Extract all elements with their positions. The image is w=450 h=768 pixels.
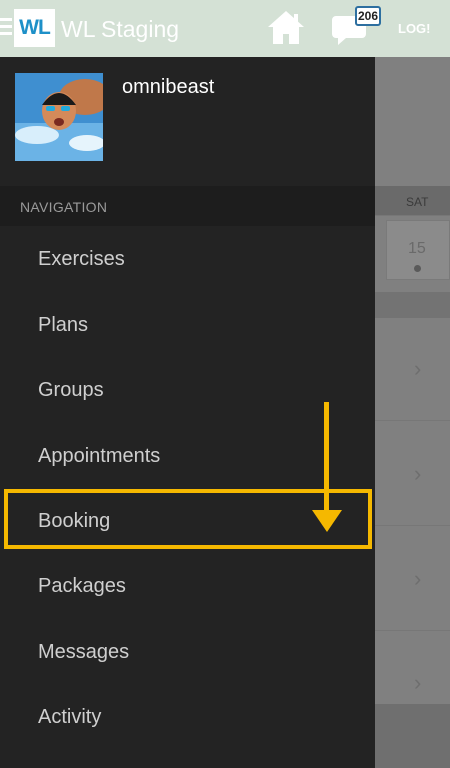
nav-item-label: Packages bbox=[38, 575, 126, 597]
chevron-right-icon: › bbox=[414, 566, 422, 591]
message-count-badge: 206 bbox=[355, 6, 381, 26]
nav-item-label: Exercises bbox=[38, 248, 125, 270]
nav-item-packages[interactable]: Packages bbox=[0, 555, 375, 615]
nav-item-label: Groups bbox=[38, 379, 104, 401]
home-icon[interactable] bbox=[266, 9, 306, 47]
arrow-down-icon bbox=[312, 510, 342, 532]
chevron-right-icon: › bbox=[414, 670, 422, 695]
row-divider bbox=[375, 525, 450, 526]
chevron-right-icon: › bbox=[414, 461, 422, 486]
nav-item-groups[interactable]: Groups bbox=[0, 359, 375, 419]
annotation-arrow-shaft bbox=[324, 402, 329, 515]
nav-item-plans[interactable]: Plans bbox=[0, 294, 375, 354]
event-dot-icon bbox=[414, 265, 421, 272]
row-divider bbox=[375, 420, 450, 421]
nav-item-label: Messages bbox=[38, 641, 130, 663]
nav-section-label: NAVIGATION bbox=[20, 199, 108, 215]
row-divider bbox=[375, 630, 450, 631]
background-band bbox=[375, 292, 450, 318]
menu-icon[interactable] bbox=[0, 18, 12, 38]
nav-item-appointments[interactable]: Appointments bbox=[0, 425, 375, 485]
chevron-right-icon: › bbox=[414, 356, 422, 381]
calendar-day-number: 15 bbox=[408, 240, 426, 257]
logout-button[interactable]: LOG! bbox=[398, 21, 431, 36]
nav-item-messages[interactable]: Messages bbox=[0, 621, 375, 681]
nav-item-label: Plans bbox=[38, 314, 89, 336]
nav-item-activity[interactable]: Activity bbox=[0, 686, 375, 746]
nav-item-label: Activity bbox=[38, 706, 102, 728]
calendar-day-label: SAT bbox=[406, 195, 429, 209]
background-footer bbox=[375, 704, 450, 768]
nav-item-label: Appointments bbox=[38, 445, 161, 467]
username: omnibeast bbox=[122, 76, 215, 98]
app-logo: WL bbox=[14, 9, 55, 47]
background-content bbox=[375, 57, 450, 768]
app-bar: WL WL Staging 206 LOG! bbox=[0, 0, 450, 57]
avatar[interactable] bbox=[15, 73, 103, 161]
app-title: WL Staging bbox=[61, 16, 180, 42]
nav-item-exercises[interactable]: Exercises bbox=[0, 228, 375, 288]
